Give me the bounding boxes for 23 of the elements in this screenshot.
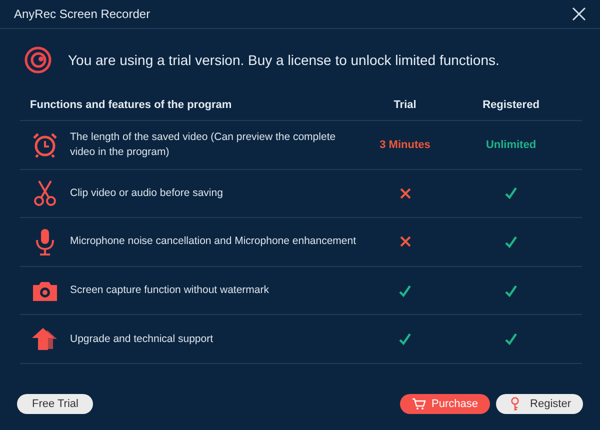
- window-title: AnyRec Screen Recorder: [14, 6, 150, 23]
- close-icon[interactable]: [572, 7, 586, 21]
- cart-icon: [412, 398, 426, 410]
- key-icon: [510, 397, 520, 411]
- feature-text: Screen capture function without watermark: [70, 283, 270, 298]
- microphone-icon: [35, 228, 55, 256]
- feature-text: The length of the saved video (Can preview the complete video in the program): [70, 130, 337, 160]
- alarm-clock-icon: [31, 130, 59, 159]
- camera-icon: [32, 280, 58, 302]
- trial-message: You are using a trial version. Buy a license to unlock limited functions.: [68, 50, 500, 70]
- logo-icon: [24, 46, 52, 74]
- registered-limit: Unlimited: [486, 138, 536, 153]
- feature-text: Clip video or audio before saving: [70, 186, 224, 201]
- register-button[interactable]: Register: [496, 394, 583, 414]
- column-header: Functions and features of the program: [29, 98, 233, 114]
- trial-limit: 3 Minutes: [380, 138, 430, 153]
- free-trial-button[interactable]: Free Trial: [17, 394, 94, 414]
- column-header: Registered: [482, 98, 540, 114]
- scissors-icon: [33, 179, 57, 208]
- upload-arrow-icon: [32, 327, 58, 352]
- feature-text: Upgrade and technical support: [70, 332, 214, 347]
- column-header: Trial: [394, 98, 416, 114]
- feature-text: Microphone noise cancellation and Microphone enhancement: [70, 234, 358, 250]
